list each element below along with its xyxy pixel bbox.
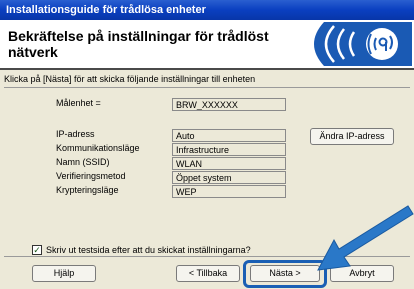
- encryption-label: Krypteringsläge: [56, 185, 119, 195]
- print-test-checkbox[interactable]: ✓: [32, 245, 42, 255]
- wizard-header: Bekräftelse på inställningar för trådlös…: [0, 20, 414, 68]
- installer-window: Installationsguide för trådlösa enheter …: [0, 0, 414, 289]
- authentication-label: Verifieringsmetod: [56, 171, 126, 181]
- help-button[interactable]: Hjälp: [32, 265, 96, 282]
- instruction-divider: [4, 87, 410, 88]
- ssid-value: WLAN: [172, 157, 286, 170]
- ip-address-value: Auto: [172, 129, 286, 142]
- title-bar: Installationsguide för trådlösa enheter: [0, 0, 414, 20]
- instruction-text: Klicka på [Nästa] för att skicka följand…: [4, 74, 256, 84]
- window-title: Installationsguide för trådlösa enheter: [6, 4, 206, 16]
- encryption-value: WEP: [172, 185, 286, 198]
- target-label: Målenhet =: [56, 98, 101, 108]
- communication-mode-label: Kommunikationsläge: [56, 143, 140, 153]
- communication-mode-value: Infrastructure: [172, 143, 286, 156]
- pointer-arrow-icon: [317, 205, 414, 271]
- dialog-content: Klicka på [Nästa] för att skicka följand…: [0, 70, 414, 289]
- back-button[interactable]: < Tillbaka: [176, 265, 240, 282]
- change-ip-button[interactable]: Ändra IP-adress: [310, 128, 394, 145]
- ip-address-label: IP-adress: [56, 129, 95, 139]
- target-value: BRW_XXXXXX: [172, 98, 286, 111]
- page-title: Bekräftelse på inställningar för trådlös…: [8, 28, 269, 60]
- ssid-label: Namn (SSID): [56, 157, 110, 167]
- print-test-label: Skriv ut testsida efter att du skickat i…: [46, 245, 251, 255]
- wireless-signal-icon: [314, 22, 412, 66]
- authentication-value: Öppet system: [172, 171, 286, 184]
